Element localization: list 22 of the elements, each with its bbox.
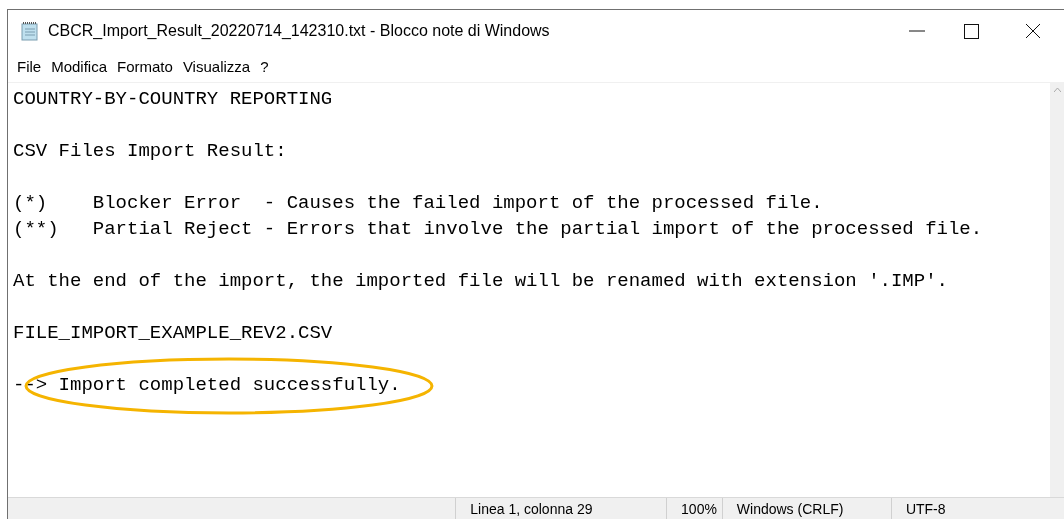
status-text: UTF-8 — [890, 498, 1050, 519]
menu-item[interactable]: File — [12, 55, 47, 79]
status-text: 100% — [666, 498, 722, 519]
menu-item[interactable]: Formato — [112, 55, 178, 79]
scrollbar[interactable] — [1050, 83, 1064, 497]
status-text: Windows (CRLF) — [721, 498, 891, 519]
close-icon — [1025, 23, 1041, 39]
text-line: (**) Partial Reject - Errors that involve the partial import of the processed file. — [13, 217, 983, 242]
text-line: FILE_IMPORT_EXAMPLE_REV2.CSV — [13, 321, 333, 346]
menu-item[interactable]: Modifica — [46, 55, 113, 79]
text-line: At the end of the import, the imported file will be renamed with extension '.IMP'. — [13, 269, 948, 294]
text-line: COUNTRY-BY-COUNTRY REPORTING — [13, 87, 333, 112]
menu-item[interactable]: Visualizza — [177, 55, 256, 79]
menu-item[interactable]: ? — [255, 55, 274, 79]
status-text: Linea 1, colonna 29 — [455, 498, 667, 519]
text-line: CSV Files Import Result: — [13, 139, 287, 164]
minimize-icon — [909, 30, 925, 32]
window-title: CBCR_Import_Result_20220714_142310.txt - Blocco note di Windows — [48, 21, 550, 41]
text-line: (*) Blocker Error - Causes the failed import of the processed file. — [13, 191, 823, 216]
notepad-icon — [20, 21, 40, 41]
scroll-up-icon — [1053, 87, 1061, 92]
maximize-icon — [963, 23, 979, 39]
